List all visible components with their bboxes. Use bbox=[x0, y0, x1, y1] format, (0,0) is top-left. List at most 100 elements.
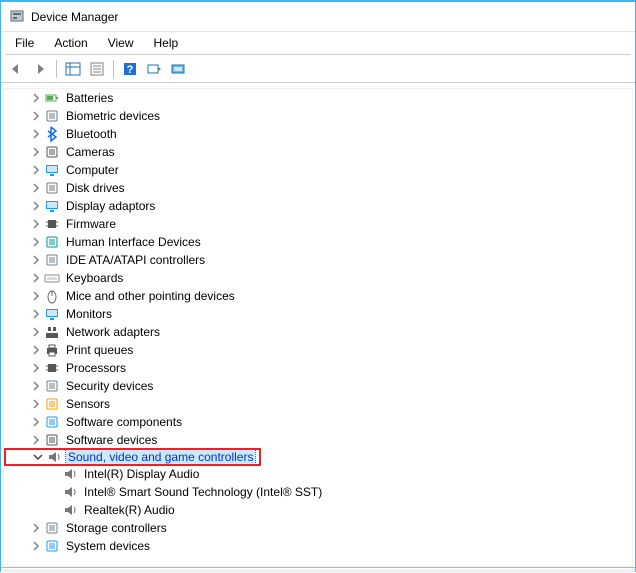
chevron-right-icon[interactable] bbox=[30, 326, 42, 338]
chevron-right-icon[interactable] bbox=[30, 128, 42, 140]
tree-item-printq[interactable]: Print queues bbox=[4, 341, 632, 359]
monitor-icon bbox=[44, 306, 60, 322]
menu-help[interactable]: Help bbox=[144, 34, 189, 52]
chevron-right-icon[interactable] bbox=[30, 416, 42, 428]
speaker-icon bbox=[62, 484, 78, 500]
printer-icon bbox=[44, 342, 60, 358]
tree-item-monitors[interactable]: Monitors bbox=[4, 305, 632, 323]
tree-item-label: Network adapters bbox=[64, 325, 162, 339]
chevron-right-icon[interactable] bbox=[30, 308, 42, 320]
tree-item-label: Software components bbox=[64, 415, 184, 429]
battery-icon bbox=[44, 90, 60, 106]
tree-item-security[interactable]: Security devices bbox=[4, 377, 632, 395]
toolbar-scan-button[interactable] bbox=[167, 58, 189, 80]
swcomp-icon bbox=[44, 414, 60, 430]
network-icon bbox=[44, 324, 60, 340]
chevron-right-icon[interactable] bbox=[30, 434, 42, 446]
tree-item-label: Software devices bbox=[64, 433, 159, 447]
tree-item-biometric[interactable]: Biometric devices bbox=[4, 107, 632, 125]
chevron-right-icon[interactable] bbox=[30, 380, 42, 392]
tree-item-label: Bluetooth bbox=[64, 127, 119, 141]
speaker-icon bbox=[62, 466, 78, 482]
tree-item-label: System devices bbox=[64, 539, 152, 553]
tree-item-label: Processors bbox=[64, 361, 128, 375]
toolbar-back-button[interactable] bbox=[5, 58, 27, 80]
tree-item-label: Intel® Smart Sound Technology (Intel® SS… bbox=[82, 485, 324, 499]
tree-item-sound-c3[interactable]: Realtek(R) Audio bbox=[4, 501, 632, 519]
system-icon bbox=[44, 538, 60, 554]
toolbar-update-button[interactable] bbox=[143, 58, 165, 80]
tree-item-keyboards[interactable]: Keyboards bbox=[4, 269, 632, 287]
tree-item-label: Monitors bbox=[64, 307, 114, 321]
chevron-right-icon[interactable] bbox=[30, 146, 42, 158]
security-icon bbox=[44, 378, 60, 394]
tree-item-firmware[interactable]: Firmware bbox=[4, 215, 632, 233]
tree-item-label: Sensors bbox=[64, 397, 112, 411]
tree-item-label: Display adaptors bbox=[64, 199, 157, 213]
disk-icon bbox=[44, 180, 60, 196]
tree-item-display[interactable]: Display adaptors bbox=[4, 197, 632, 215]
chevron-right-icon[interactable] bbox=[30, 164, 42, 176]
chevron-right-icon[interactable] bbox=[30, 92, 42, 104]
computer-icon bbox=[44, 162, 60, 178]
tree-item-cameras[interactable]: Cameras bbox=[4, 143, 632, 161]
cpu-icon bbox=[44, 360, 60, 376]
tree-item-sound-c2[interactable]: Intel® Smart Sound Technology (Intel® SS… bbox=[4, 483, 632, 501]
tree-item-swdev[interactable]: Software devices bbox=[4, 431, 632, 449]
tree-item-system[interactable]: System devices bbox=[4, 537, 632, 555]
chevron-right-icon[interactable] bbox=[30, 218, 42, 230]
toolbar: ? bbox=[1, 55, 635, 83]
toolbar-separator bbox=[113, 60, 114, 78]
tree-item-batteries[interactable]: Batteries bbox=[4, 89, 632, 107]
tree-item-label: Keyboards bbox=[64, 271, 125, 285]
chevron-right-icon[interactable] bbox=[30, 362, 42, 374]
speaker-icon bbox=[62, 502, 78, 518]
chevron-right-icon[interactable] bbox=[30, 200, 42, 212]
tree-item-sensors[interactable]: Sensors bbox=[4, 395, 632, 413]
chevron-right-icon[interactable] bbox=[30, 236, 42, 248]
chevron-right-icon[interactable] bbox=[30, 522, 42, 534]
tree-item-label: Storage controllers bbox=[64, 521, 169, 535]
chevron-right-icon[interactable] bbox=[30, 272, 42, 284]
tree-item-hid[interactable]: Human Interface Devices bbox=[4, 233, 632, 251]
tree-item-sound-c1[interactable]: Intel(R) Display Audio bbox=[4, 465, 632, 483]
chevron-right-icon[interactable] bbox=[30, 182, 42, 194]
chevron-right-icon[interactable] bbox=[30, 254, 42, 266]
tree-item-swcomp[interactable]: Software components bbox=[4, 413, 632, 431]
chevron-right-icon[interactable] bbox=[30, 110, 42, 122]
window-title: Device Manager bbox=[31, 10, 118, 24]
menu-view[interactable]: View bbox=[98, 34, 144, 52]
toolbar-help-button[interactable]: ? bbox=[119, 58, 141, 80]
tree-item-diskdrives[interactable]: Disk drives bbox=[4, 179, 632, 197]
menu-action[interactable]: Action bbox=[44, 34, 97, 52]
toolbar-forward-button[interactable] bbox=[29, 58, 51, 80]
chevron-right-icon[interactable] bbox=[30, 540, 42, 552]
chevron-right-icon[interactable] bbox=[30, 290, 42, 302]
tree-item-network[interactable]: Network adapters bbox=[4, 323, 632, 341]
svg-text:?: ? bbox=[127, 64, 134, 76]
tree-item-storage[interactable]: Storage controllers bbox=[4, 519, 632, 537]
toolbar-properties-button[interactable] bbox=[86, 58, 108, 80]
tree-item-processors[interactable]: Processors bbox=[4, 359, 632, 377]
tree-item-label: Print queues bbox=[64, 343, 135, 357]
tree-item-label: Security devices bbox=[64, 379, 155, 393]
ide-icon bbox=[44, 252, 60, 268]
toolbar-show-hidden-button[interactable] bbox=[62, 58, 84, 80]
chevron-down-icon[interactable] bbox=[32, 451, 44, 463]
tree-item-sound[interactable]: Sound, video and game controllers bbox=[4, 448, 261, 466]
device-tree[interactable]: BatteriesBiometric devices Bluetooth Camer… bbox=[1, 83, 635, 567]
chip-icon bbox=[44, 216, 60, 232]
tree-item-computer[interactable]: Computer bbox=[4, 161, 632, 179]
tree-item-ide[interactable]: IDE ATA/ATAPI controllers bbox=[4, 251, 632, 269]
expander-none bbox=[48, 486, 60, 498]
tree-item-mice[interactable]: Mice and other pointing devices bbox=[4, 287, 632, 305]
storage-icon bbox=[44, 520, 60, 536]
tree-item-label: Sound, video and game controllers bbox=[66, 450, 255, 464]
tree-item-bluetooth[interactable]: Bluetooth bbox=[4, 125, 632, 143]
chevron-right-icon[interactable] bbox=[30, 344, 42, 356]
tree-item-label: Realtek(R) Audio bbox=[82, 503, 177, 517]
fingerprint-icon bbox=[44, 108, 60, 124]
menu-file[interactable]: File bbox=[5, 34, 44, 52]
camera-icon bbox=[44, 144, 60, 160]
chevron-right-icon[interactable] bbox=[30, 398, 42, 410]
